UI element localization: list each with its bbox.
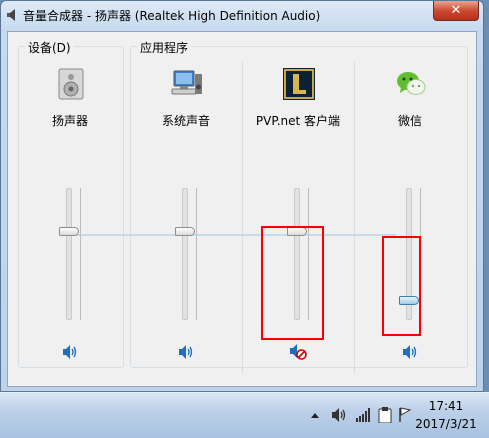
clock-time: 17:41 <box>428 399 464 413</box>
channel-label: PVP.net 客户端 <box>255 114 341 128</box>
taskbar: 17:41 2017/3/21 <box>0 392 489 438</box>
speaker-volume-icon[interactable] <box>61 344 79 360</box>
slider-ticks <box>196 188 200 320</box>
volume-slider-thumb[interactable] <box>175 227 195 237</box>
close-icon: ✕ <box>450 3 462 18</box>
volume-slider-track[interactable] <box>182 188 188 320</box>
applications-group-label: 应用程序 <box>137 39 192 56</box>
device-group-label: 设备(D) <box>25 39 74 56</box>
network-signal-icon[interactable] <box>355 407 371 423</box>
system-sounds-icon <box>171 70 202 95</box>
speaker-app-icon <box>7 9 15 21</box>
close-button[interactable]: ✕ <box>433 1 479 21</box>
channel-label: 微信 <box>397 114 422 128</box>
window-title: 音量合成器 - 扬声器 (Realtek High Definition Aud… <box>23 9 321 23</box>
speaker-device-icon <box>58 68 84 100</box>
channel-label: 扬声器 <box>51 114 88 128</box>
clipboard-icon[interactable] <box>378 407 392 423</box>
title-bar[interactable]: 音量合成器 - 扬声器 (Realtek High Definition Aud… <box>1 1 483 29</box>
speaker-volume-icon[interactable] <box>401 344 419 360</box>
annotation-highlight-wechat <box>382 236 421 336</box>
wechat-icon <box>397 72 426 95</box>
clock-date: 2017/3/21 <box>415 417 477 431</box>
taskbar-clock[interactable]: 17:41 2017/3/21 <box>408 397 484 433</box>
speaker-volume-icon[interactable] <box>177 344 195 360</box>
volume-slider-track[interactable] <box>66 188 72 320</box>
channel-system-sounds: 系统声音 <box>130 60 242 360</box>
volume-icon[interactable] <box>331 407 347 423</box>
volume-slider-thumb[interactable] <box>59 227 79 237</box>
channel-speakers: 扬声器 <box>14 60 126 360</box>
muted-speaker-icon[interactable] <box>289 344 307 360</box>
slider-ticks <box>80 188 84 320</box>
annotation-highlight-pvp <box>261 226 324 340</box>
show-hidden-icons-arrow[interactable] <box>310 407 320 423</box>
channel-label: 系统声音 <box>161 114 210 128</box>
league-of-legends-icon <box>283 68 315 100</box>
